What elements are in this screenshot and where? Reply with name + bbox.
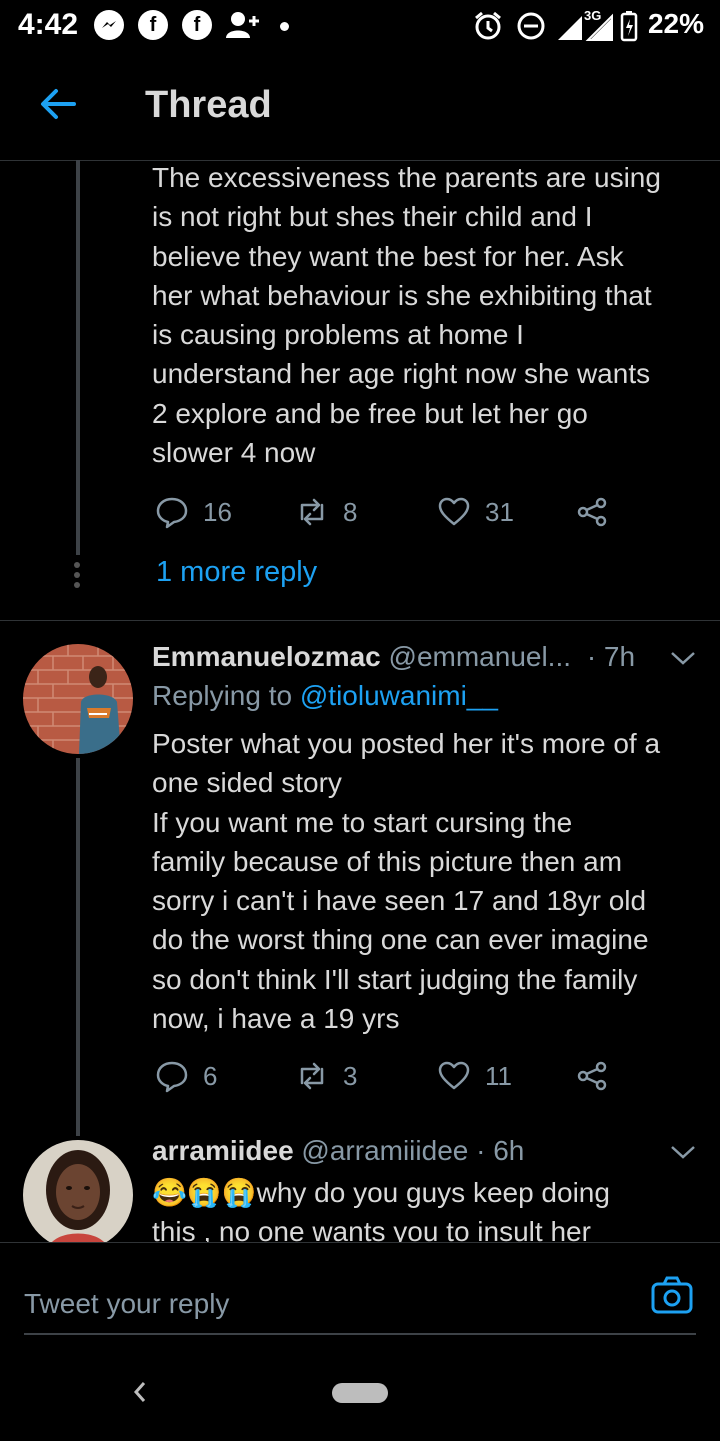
retweet-icon	[300, 498, 324, 526]
page-title: Thread	[145, 84, 272, 126]
replying-to: Replying to @tioluwanimi__	[152, 680, 498, 712]
share-icon	[577, 497, 607, 527]
like-button[interactable]: 11	[437, 1058, 512, 1094]
reply-button[interactable]: 16	[155, 494, 232, 530]
retweet-icon	[300, 1062, 324, 1090]
tweet-actions: 6 3 11	[155, 1058, 625, 1094]
tweet-author-line: arramiidee @arramiiidee · 6h	[152, 1135, 524, 1167]
avatar[interactable]	[23, 1140, 133, 1250]
share-button[interactable]	[575, 494, 609, 530]
more-reply-link[interactable]: 1 more reply	[156, 556, 317, 589]
retweet-button[interactable]: 3	[295, 1058, 357, 1094]
add-user-icon	[224, 10, 260, 45]
facebook-icon: f	[182, 10, 212, 40]
reply-icon	[156, 497, 188, 529]
share-button[interactable]	[575, 1058, 609, 1094]
author-name[interactable]: Emmanuelozmac	[152, 641, 381, 672]
camera-icon[interactable]	[650, 1275, 694, 1315]
replying-to-label: Replying to	[152, 680, 293, 711]
network-label: 3G	[584, 8, 602, 23]
tweet-time: · 7h	[586, 641, 636, 672]
top-app-bar: Thread	[0, 60, 720, 161]
battery-percent: 22%	[647, 8, 704, 39]
tweet-text: 😂😭😭why do you guys keep doing this , no …	[152, 1173, 707, 1242]
replying-to-link[interactable]: @tioluwanimi__	[300, 680, 498, 711]
home-pill[interactable]	[332, 1383, 388, 1403]
reply-count: 16	[203, 496, 232, 527]
share-icon	[577, 1061, 607, 1091]
notification-dot	[280, 22, 289, 31]
author-handle: @arramiiidee	[301, 1135, 469, 1166]
retweet-count: 3	[343, 1060, 358, 1091]
thread-line	[76, 160, 80, 555]
nav-back-icon[interactable]	[128, 1377, 152, 1407]
tweet-author-line: Emmanuelozmac @emmanuel... · 7h	[152, 641, 635, 673]
thread-line	[76, 758, 80, 1136]
retweet-count: 8	[343, 496, 358, 527]
author-name[interactable]: arramiidee	[152, 1135, 294, 1166]
heart-icon	[438, 1061, 470, 1090]
chevron-down-icon[interactable]	[668, 648, 698, 668]
heart-icon	[438, 497, 470, 526]
messenger-icon	[94, 10, 124, 40]
reply-bar	[0, 1242, 720, 1441]
like-button[interactable]: 31	[437, 494, 514, 530]
tweet-text: Poster what you posted her it's more of …	[152, 728, 661, 1035]
divider	[0, 620, 720, 621]
alarm-icon	[472, 10, 504, 47]
tweet-actions: 16 8 31	[155, 494, 625, 530]
status-time: 4:42	[18, 8, 79, 41]
signal-icon: 3G	[556, 8, 616, 47]
reply-button[interactable]: 6	[155, 1058, 217, 1094]
facebook-icon: f	[138, 10, 168, 40]
like-count: 11	[485, 1060, 512, 1091]
status-bar: 4:42 f f 3G 22%	[0, 0, 720, 52]
retweet-button[interactable]: 8	[295, 494, 357, 530]
tweet-time: · 6h	[476, 1135, 525, 1166]
chevron-down-icon[interactable]	[668, 1142, 698, 1162]
reply-input[interactable]	[24, 1275, 696, 1335]
reply-count: 6	[203, 1060, 218, 1091]
like-count: 31	[485, 496, 514, 527]
battery-icon	[620, 10, 638, 47]
more-replies-dots	[72, 560, 82, 590]
back-arrow-icon[interactable]	[36, 82, 80, 126]
do-not-disturb-icon	[516, 11, 546, 46]
reply-icon	[156, 1061, 188, 1093]
avatar[interactable]	[23, 644, 133, 754]
author-handle: @emmanuel...	[388, 641, 572, 672]
tweet-text: The excessiveness the parents are using …	[152, 162, 661, 469]
tweet-emojis: 😂😭😭	[152, 1177, 257, 1208]
